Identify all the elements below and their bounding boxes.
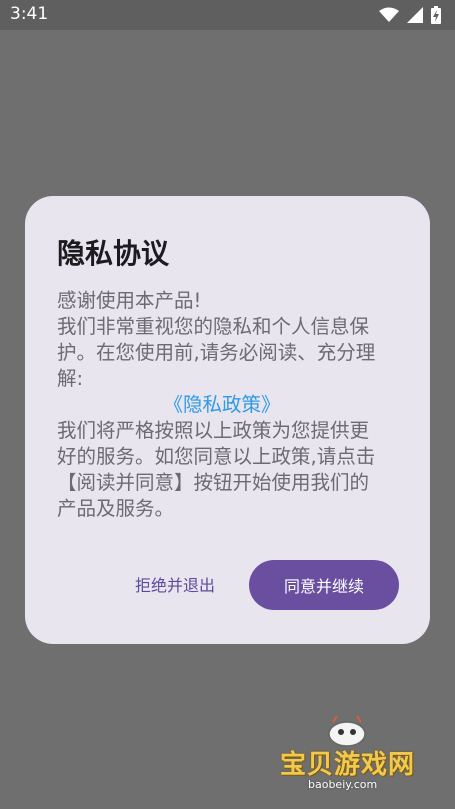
body-greeting: 感谢使用本产品!	[57, 289, 202, 312]
dialog-actions: 拒绝并退出 同意并继续	[25, 560, 430, 610]
privacy-policy-link[interactable]: 《隐私政策》	[57, 392, 387, 418]
decline-exit-button[interactable]: 拒绝并退出	[135, 572, 215, 596]
watermark-logo: 宝贝游戏网 baobeiy.com	[280, 714, 430, 804]
watermark-url: baobeiy.com	[308, 778, 378, 791]
cellular-signal-icon	[407, 7, 423, 27]
status-bar: 3:41	[0, 0, 455, 30]
gamepad-mascot-icon	[328, 715, 366, 747]
dialog-body: 感谢使用本产品! 我们非常重视您的隐私和个人信息保护。在您使用前,请务必阅读、充…	[57, 288, 387, 522]
body-instructions: 我们将严格按照以上政策为您提供更好的服务。如您同意以上政策,请点击【阅读并同意】…	[57, 419, 376, 520]
watermark-text: 宝贝游戏网	[280, 750, 416, 780]
dialog-title: 隐私协议	[57, 237, 170, 270]
agree-continue-button[interactable]: 同意并继续	[249, 560, 399, 610]
body-intro: 我们非常重视您的隐私和个人信息保护。在您使用前,请务必阅读、充分理解:	[57, 315, 376, 390]
battery-charging-icon	[431, 6, 441, 28]
status-icons	[379, 6, 441, 28]
status-time: 3:41	[10, 4, 49, 24]
privacy-dialog: 隐私协议 感谢使用本产品! 我们非常重视您的隐私和个人信息保护。在您使用前,请务…	[25, 196, 430, 644]
wifi-icon	[379, 7, 399, 27]
